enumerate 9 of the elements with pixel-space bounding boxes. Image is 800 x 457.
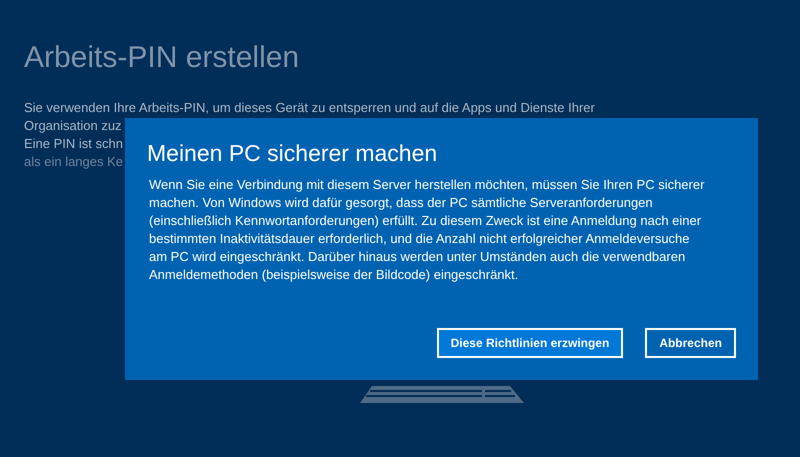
cancel-button[interactable]: Abbrechen — [645, 328, 736, 358]
page-title: Arbeits-PIN erstellen — [24, 40, 300, 76]
dialog-title: Meinen PC sicherer machen — [147, 139, 438, 168]
description-line: Organisation zuz — [24, 118, 122, 134]
primary-button[interactable]: Diese Richtlinien erzwingen — [436, 328, 624, 358]
description-line: Eine PIN ist schn — [24, 136, 123, 152]
dialog-message: Wenn Sie eine Verbindung mit diesem Server herstellen möchten, müssen Sie Ihren PC sicherer machen. Von Windows wird dafür gesorgt, dass der PC sämtliche Serveranforderungen (einschließlich Kennwortanforderungen) erfüllt. Zu diesem Zweck ist eine Anmeldung nach einer bestimmten Inaktivitätsdauer erforderlich, und die Anzahl nicht erfolgreicher Anmeldeversuche am PC wird eingeschränkt. Darüber hinaus werden unter Umständen auch die verwendbaren Anmeldemethoden (beispielsweise der Bildcode) eingeschränkt. — [148, 176, 706, 284]
description-line: Sie verwenden Ihre Arbeits-PIN, um dieses Gerät zu entsperren und auf die Apps und Dienste Ihrer — [24, 100, 595, 116]
description-line: als ein langes Ke — [24, 154, 124, 170]
